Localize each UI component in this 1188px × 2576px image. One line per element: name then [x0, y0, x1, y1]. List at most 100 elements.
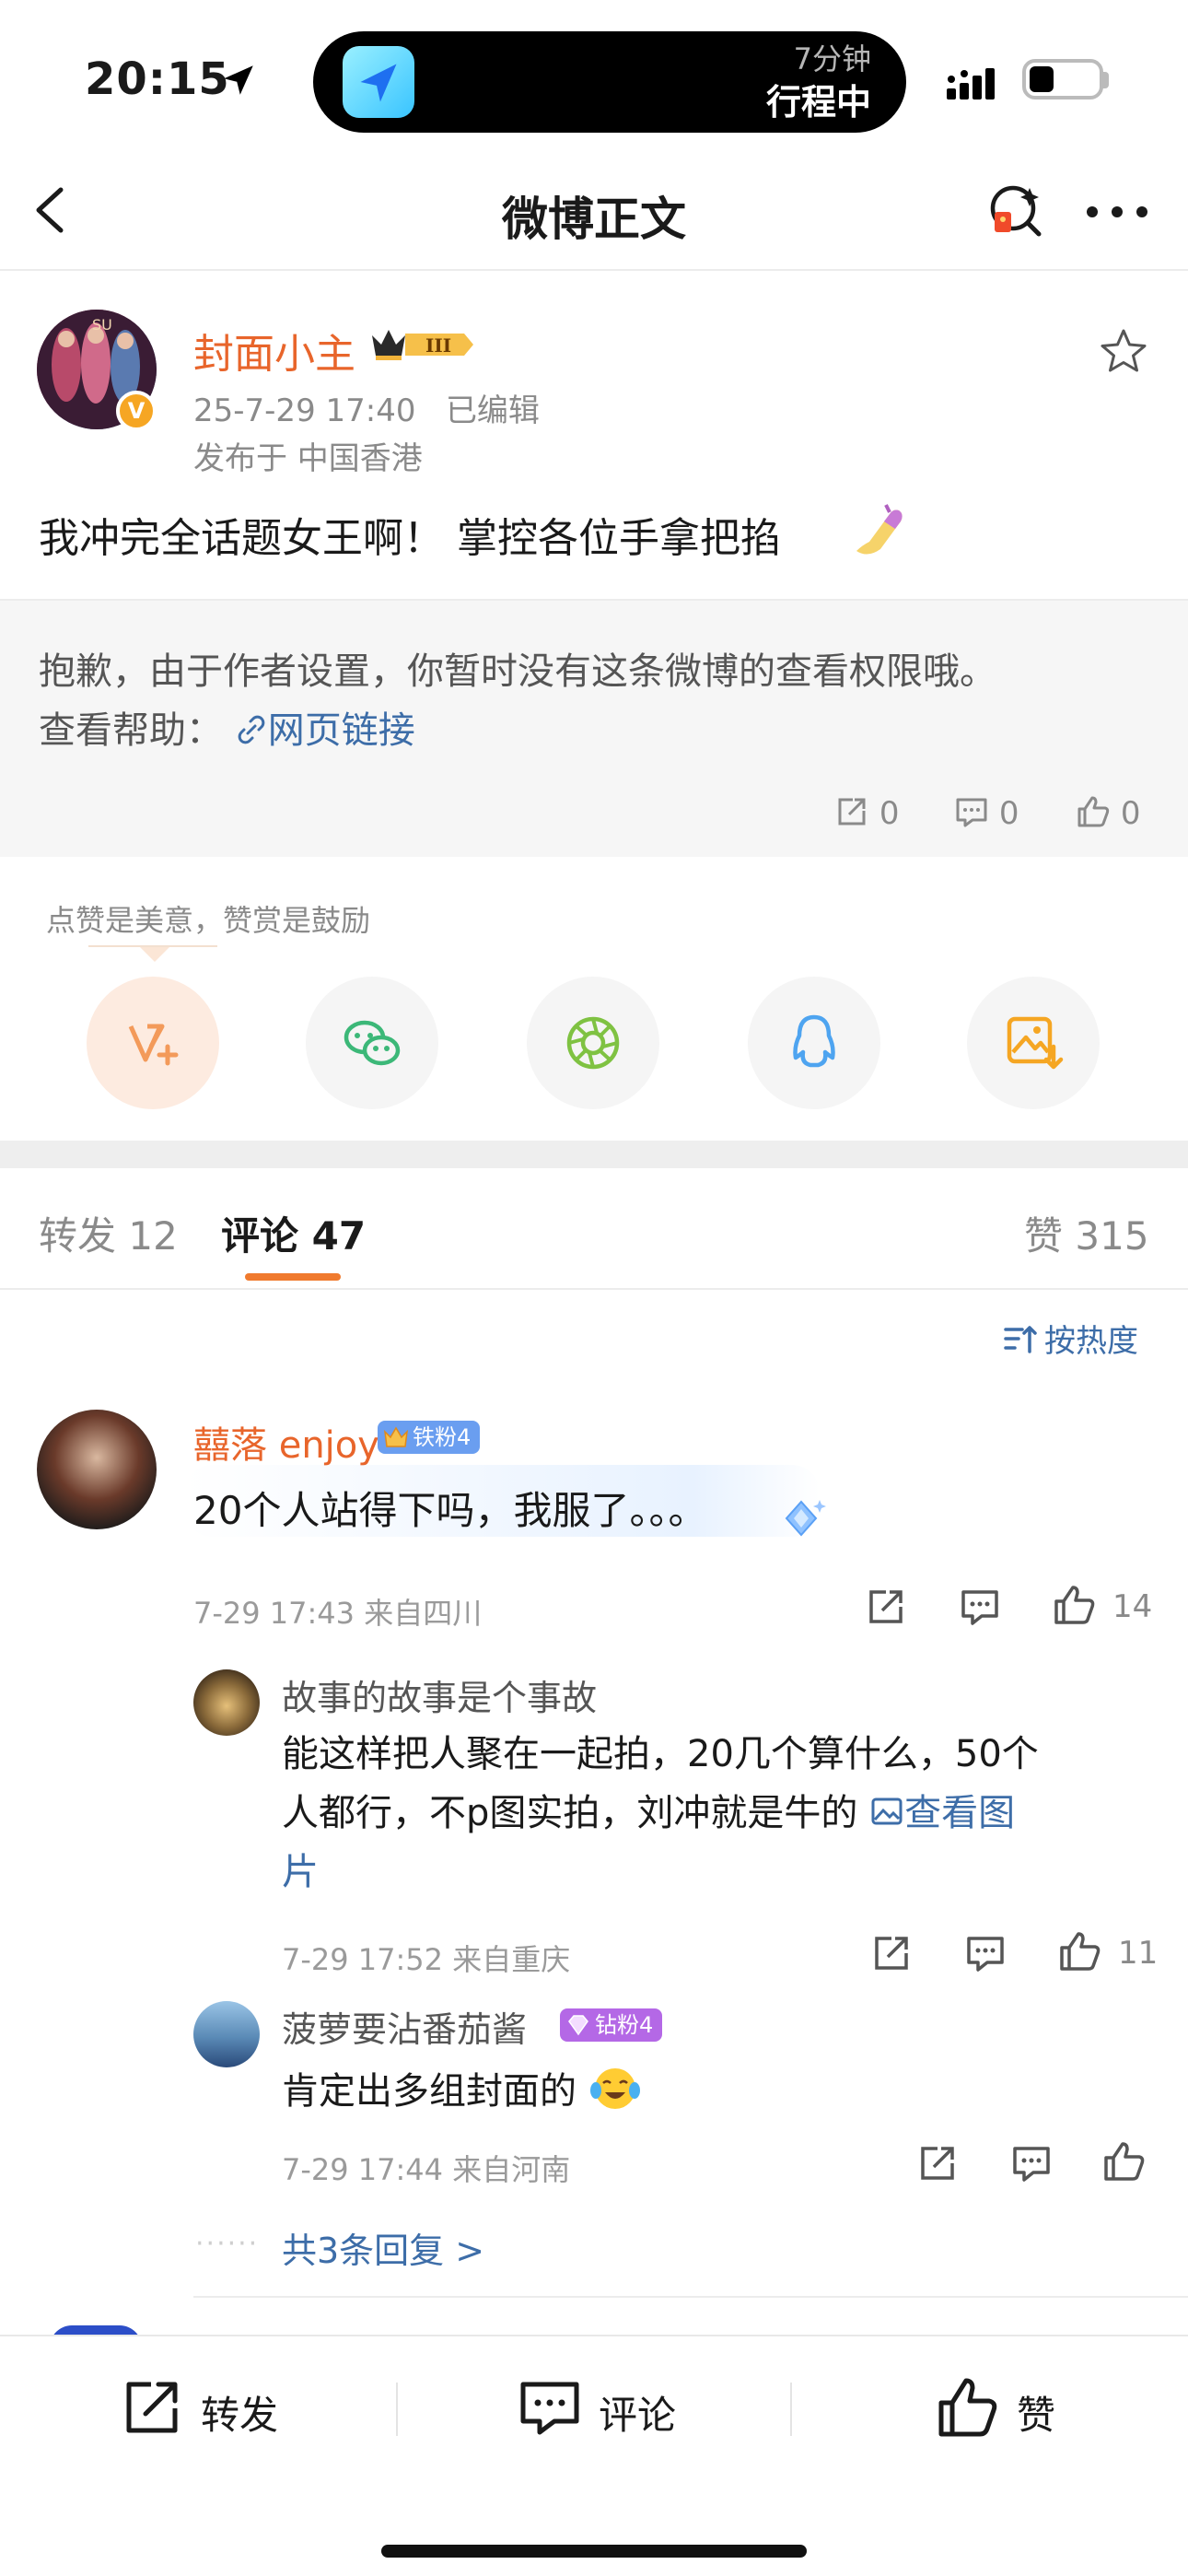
location-arrow-icon — [224, 65, 253, 95]
comment-text: 20个人站得下吗，我服了。。。 — [193, 1488, 707, 1533]
reply-avatar[interactable] — [193, 1669, 260, 1736]
reply-text: 能这样把人聚在一起拍，20几个算什么，50个 人都行，不p图实拍，刘冲就是牛的 … — [282, 1733, 1039, 1893]
cellular-signal-icon — [947, 68, 995, 100]
image-icon — [871, 1797, 903, 1825]
reply-username[interactable]: 菠萝要沾番茄酱 — [282, 2001, 527, 2052]
reply-avatar[interactable] — [193, 2001, 260, 2067]
link-icon — [238, 715, 265, 744]
save-image-icon — [1007, 1016, 1064, 1070]
reward-button[interactable] — [87, 977, 219, 1109]
diamond-fan-icon — [568, 2015, 588, 2036]
repost-icon — [838, 798, 866, 825]
like-button[interactable]: 赞 — [936, 2375, 1083, 2440]
nail-polish-emoji-icon — [856, 504, 903, 555]
qq-icon — [793, 1014, 835, 1068]
comment-divider — [193, 2296, 1188, 2298]
comment-button[interactable]: 评论 — [518, 2375, 702, 2440]
section-divider — [0, 1141, 1188, 1168]
bottom-separator — [396, 2383, 398, 2436]
comment-reply-icon[interactable] — [958, 1585, 1002, 1629]
battery-icon — [1022, 59, 1103, 100]
inner-comment-stat[interactable]: 0 — [954, 794, 1019, 832]
fan-badge-diamond[interactable]: 钻粉4 — [560, 2008, 663, 2042]
share-wechat-button[interactable] — [306, 977, 438, 1109]
repost-button[interactable]: 转发 — [120, 2375, 304, 2440]
author-name[interactable]: 封面小主 — [193, 321, 355, 380]
restricted-message: 抱歉，由于作者设置，你暂时没有这条微博的查看权限哦。 — [39, 650, 996, 693]
comment-like-count: 14 — [1112, 1588, 1153, 1625]
favorite-star-icon[interactable] — [1098, 326, 1149, 378]
comment-icon — [520, 2382, 579, 2435]
comment-username[interactable]: 囍落 enjoy — [193, 1415, 379, 1469]
comment-avatar[interactable] — [37, 1410, 157, 1529]
share-qq-button[interactable] — [748, 977, 880, 1109]
reply-meta: 7-29 17:52 来自重庆 — [282, 1942, 571, 1977]
thumbs-up-icon — [1077, 796, 1110, 827]
fan-badge-iron[interactable]: 铁粉4 — [378, 1421, 481, 1454]
post-timestamp: 25-7-29 17:40 — [193, 392, 416, 429]
status-bar: 20:15 7分钟 行程中 — [0, 0, 1188, 147]
clock: 20:15 — [85, 53, 230, 105]
inner-repost-stat[interactable]: 0 — [834, 794, 899, 832]
red-packet-search-icon[interactable] — [982, 179, 1046, 243]
reward-icon — [128, 1024, 179, 1066]
reward-tip-caret — [140, 947, 169, 962]
repost-icon — [126, 2382, 178, 2433]
view-image-link[interactable]: 查看图 — [869, 1792, 1015, 1834]
save-image-button[interactable] — [967, 977, 1100, 1109]
tab-reposts[interactable]: 转发 12 — [39, 1205, 178, 1261]
nav-bar: 微博正文 — [0, 147, 1188, 271]
crown-rank-badge-icon[interactable]: III — [368, 324, 475, 365]
verified-badge: V — [116, 391, 157, 431]
reply-like-count: 11 — [1118, 1935, 1159, 1972]
web-link[interactable]: 网页链接 — [235, 709, 415, 752]
comment-repost-icon[interactable] — [864, 1585, 908, 1629]
svg-text:SU: SU — [92, 316, 112, 334]
reply-text: 肯定出多组封面的 — [282, 2062, 642, 2121]
view-more-replies-link[interactable]: 共3条回复 > — [282, 2222, 484, 2273]
navigation-app-icon — [343, 46, 414, 118]
tab-likes[interactable]: 赞 315 — [1024, 1205, 1149, 1261]
reply-repost-icon[interactable] — [915, 2141, 960, 2185]
reward-tip: 点赞是美意，赞赏是鼓励 — [46, 903, 371, 938]
replies-dots: ······ — [195, 2228, 260, 2260]
tabs-divider — [0, 1288, 1188, 1290]
laughing-tears-emoji-icon — [589, 2068, 640, 2109]
reply-username[interactable]: 故事的故事是个事故 — [282, 1669, 597, 1720]
svg-text:III: III — [425, 334, 451, 357]
help-prefix: 查看帮助： — [39, 709, 223, 752]
bottom-separator — [790, 2383, 792, 2436]
post-text: 我冲完全话题女王啊！ 掌控各位手拿把掐 — [39, 515, 781, 562]
reply-meta: 7-29 17:44 来自河南 — [282, 2152, 571, 2187]
sort-by-hot-button[interactable]: 按热度 — [1002, 1316, 1138, 1361]
home-indicator — [381, 2545, 807, 2558]
weibo-detail-screen: 20:15 7分钟 行程中 微博正文 SU V 封面小主 III 25-7-29… — [0, 0, 1188, 2576]
restricted-repost-card[interactable]: 抱歉，由于作者设置，你暂时没有这条微博的查看权限哦。 查看帮助： 网页链接 0 — [0, 599, 1188, 857]
wechat-icon — [344, 1020, 401, 1066]
thumbs-up-icon — [938, 2378, 997, 2437]
post-location: 发布于 中国香港 — [193, 440, 423, 477]
comment-like-icon[interactable] — [1052, 1583, 1096, 1627]
diamond-decoration-icon — [785, 1500, 826, 1537]
active-tab-indicator — [245, 1273, 341, 1281]
sort-icon — [1004, 1326, 1037, 1353]
dynamic-island[interactable]: 7分钟 行程中 — [313, 31, 906, 133]
comment-meta: 7-29 17:43 来自四川 — [193, 1596, 483, 1631]
crown-fan-icon — [383, 1426, 409, 1447]
reply-comment-icon[interactable] — [963, 1931, 1007, 1975]
share-moments-button[interactable] — [527, 977, 659, 1109]
inner-like-stat[interactable]: 0 — [1076, 794, 1140, 832]
comment-icon — [956, 798, 987, 827]
moments-icon — [566, 1016, 620, 1070]
reply-comment-icon[interactable] — [1009, 2141, 1054, 2185]
edited-label[interactable]: 已编辑 — [446, 392, 540, 429]
post-meta: 25-7-29 17:40 已编辑 — [193, 385, 540, 430]
trip-status: 7分钟 行程中 — [765, 41, 871, 123]
tab-comments[interactable]: 评论 47 — [221, 1205, 366, 1261]
battery-cap — [1101, 72, 1109, 88]
bottom-action-bar: 转发 评论 赞 — [0, 2335, 1188, 2576]
more-options-icon[interactable] — [1085, 205, 1149, 219]
reply-like-icon[interactable] — [1101, 2139, 1146, 2184]
reply-like-icon[interactable] — [1057, 1929, 1101, 1973]
reply-repost-icon[interactable] — [869, 1931, 914, 1975]
